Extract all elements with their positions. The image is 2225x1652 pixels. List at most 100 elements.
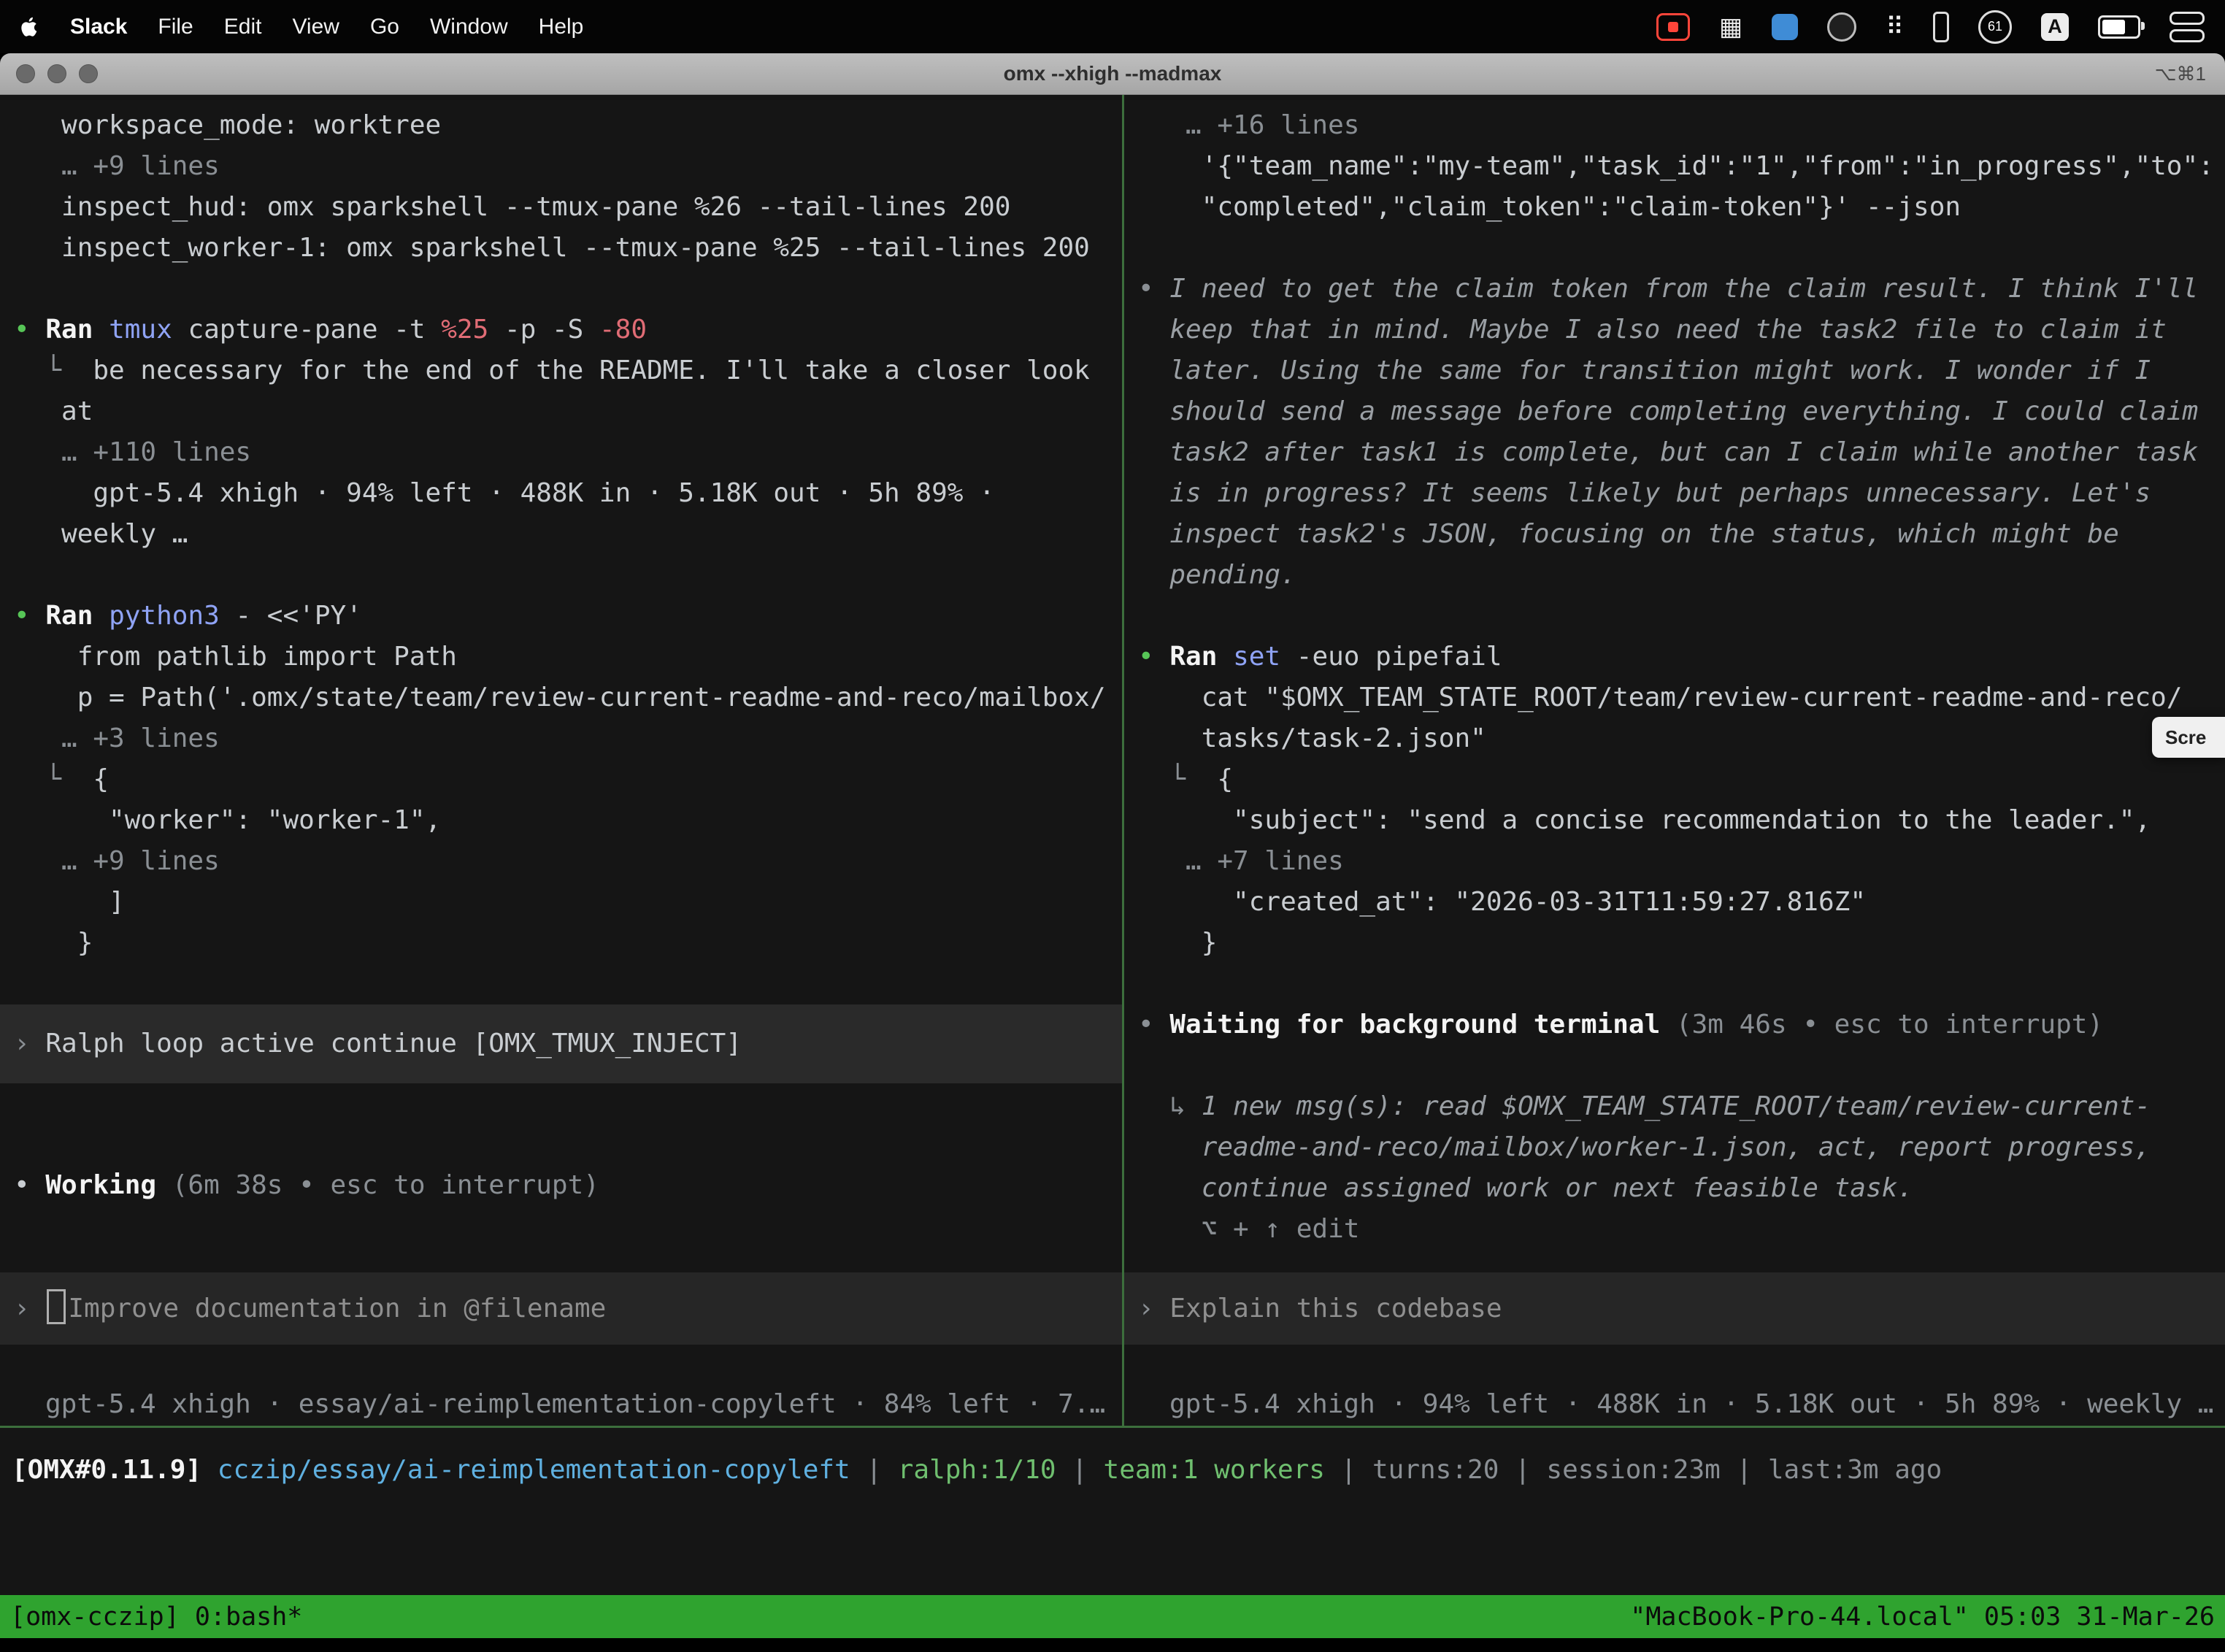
terminal-line: "worker": "worker-1",	[14, 800, 1122, 841]
terminal-line: … +16 lines	[1138, 105, 2225, 146]
tmux-host-clock: "MacBook-Pro-44.local" 05:03 31-Mar-26	[1630, 1597, 2215, 1637]
prompt-placeholder: Improve documentation in @filename	[68, 1288, 606, 1329]
battery-icon[interactable]	[2098, 15, 2140, 39]
menu-bar-status-icons: ▦ ⠿ 61 A	[1656, 10, 2205, 44]
menu-item-view[interactable]: View	[292, 15, 339, 39]
terminal-line: • Ran tmux capture-pane -t %25 -p -S -80	[14, 310, 1122, 350]
pane-left-status-line: gpt-5.4 xhigh · essay/ai-reimplementatio…	[0, 1384, 1122, 1425]
tmux-status-bar: [omx-cczip] 0:bash* "MacBook-Pro-44.loca…	[0, 1595, 2225, 1638]
dots-grid-icon[interactable]: ⠿	[1886, 15, 1904, 39]
terminal-line: ]	[14, 882, 1122, 923]
terminal-line: inspect_hud: omx sparkshell --tmux-pane …	[14, 187, 1122, 228]
terminal-line: ↳ 1 new msg(s): read $OMX_TEAM_STATE_ROO…	[1138, 1086, 2225, 1127]
terminal-line: workspace_mode: worktree	[14, 105, 1122, 146]
input-source-icon[interactable]: A	[2041, 13, 2069, 41]
terminal-line	[14, 964, 1122, 1004]
terminal-line: is in progress? It seems likely but perh…	[1138, 473, 2225, 514]
pane-left-prompt-input[interactable]: › Improve documentation in @filename	[0, 1272, 1122, 1345]
terminal-line: pending.	[1138, 555, 2225, 596]
terminal-line: • Ran set -euo pipefail	[1138, 637, 2225, 677]
terminal-line: inspect task2's JSON, focusing on the st…	[1138, 514, 2225, 555]
menu-item-go[interactable]: Go	[370, 15, 399, 39]
terminal-line: … +110 lines	[14, 432, 1122, 473]
terminal-line: • Working (6m 38s • esc to interrupt)	[14, 1165, 1122, 1206]
terminal-line	[14, 269, 1122, 310]
terminal-line: inspect_worker-1: omx sparkshell --tmux-…	[14, 228, 1122, 269]
terminal-line: at	[14, 391, 1122, 432]
bottom-strip	[0, 1638, 2225, 1652]
window-title-bar[interactable]: omx --xhigh --madmax ⌥⌘1	[0, 53, 2225, 95]
terminal-line: └ {	[14, 759, 1122, 800]
terminal-line: task2 after task1 is complete, but can I…	[1138, 432, 2225, 473]
terminal-line: • Waiting for background terminal (3m 46…	[1138, 1004, 2225, 1045]
terminal-line: later. Using the same for transition mig…	[1138, 350, 2225, 391]
zoom-button[interactable]	[79, 64, 98, 83]
prompt-chevron: ›	[1138, 1288, 1154, 1329]
control-center-icon[interactable]	[2170, 12, 2205, 42]
terminal-line: weekly …	[14, 514, 1122, 555]
pane-right-output: … +16 lines '{"team_name":"my-team","tas…	[1124, 95, 2225, 1250]
terminal-line: }	[14, 923, 1122, 964]
menu-item-edit[interactable]: Edit	[224, 15, 262, 39]
terminal-line	[14, 1083, 1122, 1124]
terminal-line: … +3 lines	[14, 718, 1122, 759]
grid-icon[interactable]: ▦	[1719, 15, 1742, 39]
terminal-line: tasks/task-2.json"	[1138, 718, 2225, 759]
window-title: omx --xhigh --madmax	[1004, 62, 1222, 85]
prompt-chevron: ›	[14, 1288, 30, 1329]
tmux-panes: workspace_mode: worktree … +9 lines insp…	[0, 95, 2225, 1426]
terminal-line: p = Path('.omx/state/team/review-current…	[14, 677, 1122, 718]
terminal-line: "created_at": "2026-03-31T11:59:27.816Z"	[1138, 882, 2225, 923]
terminal-line: should send a message before completing …	[1138, 391, 2225, 432]
close-button[interactable]	[16, 64, 35, 83]
slim-app-icon[interactable]	[1933, 12, 1949, 42]
terminal-line: "subject": "send a concise recommendatio…	[1138, 800, 2225, 841]
terminal-line	[1138, 228, 2225, 269]
terminal-line: … +7 lines	[1138, 841, 2225, 882]
pane-left-output: workspace_mode: worktree … +9 lines insp…	[0, 95, 1122, 1206]
menu-bar: Slack File Edit View Go Window Help ▦ ⠿ …	[0, 0, 2225, 53]
omx-hud-line: [OMX#0.11.9] cczip/essay/ai-reimplementa…	[0, 1428, 2225, 1595]
terminal-line: gpt-5.4 xhigh · 94% left · 488K in · 5.1…	[14, 473, 1122, 514]
menu-app-name[interactable]: Slack	[70, 15, 127, 39]
traffic-lights	[16, 53, 98, 94]
menu-bar-left: Slack File Edit View Go Window Help	[20, 15, 583, 39]
terminal-line: continue assigned work or next feasible …	[1138, 1168, 2225, 1209]
pane-left[interactable]: workspace_mode: worktree … +9 lines insp…	[0, 95, 1122, 1426]
tmux-session-window: [omx-cczip] 0:bash*	[10, 1597, 302, 1637]
menu-item-file[interactable]: File	[158, 15, 193, 39]
terminal-line	[14, 1124, 1122, 1165]
terminal-line: }	[1138, 923, 2225, 964]
terminal-line: '{"team_name":"my-team","task_id":"1","f…	[1138, 146, 2225, 187]
text-cursor	[47, 1289, 66, 1324]
screen-recording-icon[interactable]	[1656, 13, 1690, 41]
terminal-line: › Ralph loop active continue [OMX_TMUX_I…	[0, 1004, 1122, 1083]
terminal-line: keep that in mind. Maybe I also need the…	[1138, 310, 2225, 350]
menu-item-help[interactable]: Help	[539, 15, 584, 39]
terminal-line	[1138, 1045, 2225, 1086]
terminal-line: • Ran python3 - <<'PY'	[14, 596, 1122, 637]
terminal-line	[1138, 596, 2225, 637]
pane-right[interactable]: … +16 lines '{"team_name":"my-team","tas…	[1124, 95, 2225, 1426]
apple-menu-icon[interactable]	[20, 16, 39, 38]
blue-app-icon[interactable]	[1772, 14, 1798, 40]
terminal-line: … +9 lines	[14, 841, 1122, 882]
dark-circle-app-icon[interactable]	[1827, 12, 1856, 42]
menu-item-window[interactable]: Window	[430, 15, 508, 39]
prompt-placeholder: Explain this codebase	[1169, 1288, 1502, 1329]
terminal-line: └ {	[1138, 759, 2225, 800]
screenshot-toast[interactable]: Scre	[2152, 717, 2225, 758]
terminal-line: readme-and-reco/mailbox/worker-1.json, a…	[1138, 1127, 2225, 1168]
terminal-line: └ be necessary for the end of the README…	[14, 350, 1122, 391]
pane-right-status-line: gpt-5.4 xhigh · 94% left · 488K in · 5.1…	[1124, 1384, 2225, 1425]
terminal-content: workspace_mode: worktree … +9 lines insp…	[0, 95, 2225, 1652]
pane-right-prompt-input[interactable]: › Explain this codebase	[1124, 1272, 2225, 1345]
terminal-line: cat "$OMX_TEAM_STATE_ROOT/team/review-cu…	[1138, 677, 2225, 718]
terminal-line	[14, 555, 1122, 596]
minimize-button[interactable]	[47, 64, 66, 83]
terminal-line: • I need to get the claim token from the…	[1138, 269, 2225, 310]
terminal-line: from pathlib import Path	[14, 637, 1122, 677]
terminal-line: "completed","claim_token":"claim-token"}…	[1138, 187, 2225, 228]
window-shortcut: ⌥⌘1	[2155, 63, 2206, 85]
badge-61-icon[interactable]: 61	[1978, 10, 2012, 44]
